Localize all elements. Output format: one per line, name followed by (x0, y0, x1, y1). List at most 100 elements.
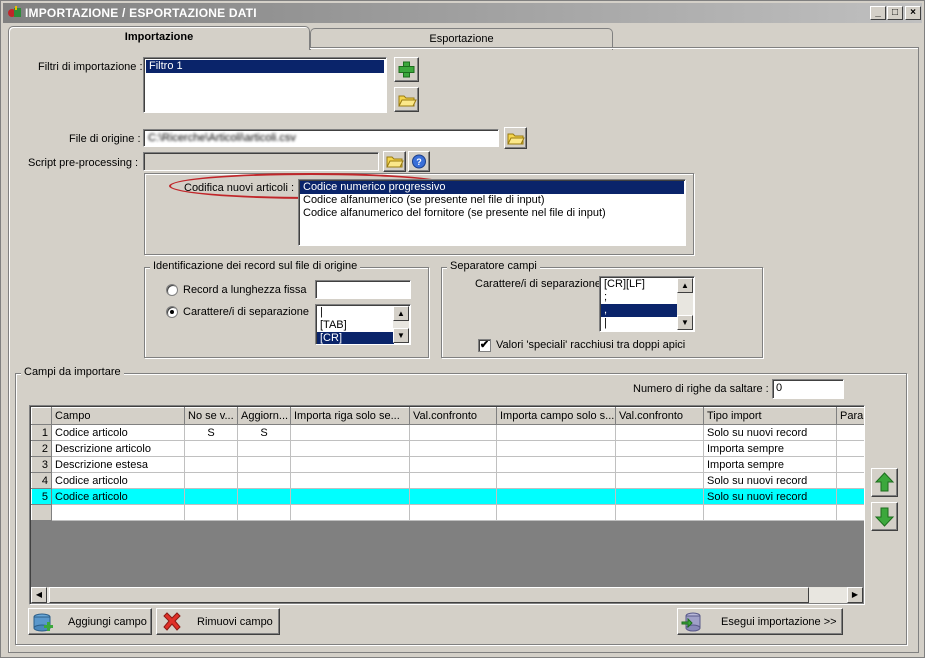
cell-empty[interactable] (409, 488, 497, 505)
table-row-selected[interactable]: 5 Codice articolo Solo su nuovi record (31, 488, 864, 505)
col-param[interactable]: Param (836, 407, 864, 425)
cell-empty[interactable] (496, 504, 616, 521)
col-val-confronto-2[interactable]: Val.confronto (615, 407, 704, 425)
cell-empty[interactable] (409, 504, 497, 521)
add-filter-button[interactable] (394, 57, 419, 82)
cell-empty[interactable] (290, 504, 410, 521)
col-aggiorna[interactable]: Aggiorn... (237, 407, 291, 425)
cell-empty[interactable] (409, 472, 497, 489)
filter-item[interactable]: Filtro 1 (146, 60, 384, 73)
cell-empty[interactable] (290, 488, 410, 505)
field-separator-option[interactable]: , (601, 304, 678, 317)
codifica-option[interactable]: Codice alfanumerico del fornitore (se pr… (300, 207, 684, 220)
cell-no-se-vuoto[interactable] (184, 456, 238, 473)
scroll-left-icon[interactable]: ◀ (31, 587, 47, 603)
field-separator-scrollbar[interactable]: ▲ ▼ (677, 278, 693, 330)
cell-aggiorna[interactable] (237, 456, 291, 473)
cell-aggiorna[interactable] (237, 488, 291, 505)
cell-empty[interactable] (836, 504, 864, 521)
col-no-se-vuoto[interactable]: No se v... (184, 407, 238, 425)
cell-empty[interactable] (496, 440, 616, 457)
cell-empty[interactable] (51, 504, 185, 521)
cell-tipo-import[interactable]: Importa sempre (703, 456, 837, 473)
cell-empty[interactable] (836, 488, 864, 505)
close-button[interactable]: × (905, 6, 921, 20)
move-up-button[interactable] (871, 468, 898, 497)
col-campo[interactable]: Campo (51, 407, 185, 425)
title-bar[interactable]: IMPORTAZIONE / ESPORTAZIONE DATI _ □ × (3, 3, 922, 23)
cell-no-se-vuoto[interactable] (184, 472, 238, 489)
table-row[interactable]: 3 Descrizione estesa Importa sempre (31, 456, 864, 473)
move-down-button[interactable] (871, 502, 898, 531)
cell-no-se-vuoto[interactable] (184, 488, 238, 505)
record-separator-list[interactable]: | [TAB] [CR] ▲ ▼ (315, 304, 411, 345)
row-number[interactable]: 2 (31, 440, 52, 457)
skip-rows-input[interactable]: 0 (772, 379, 844, 399)
row-number[interactable]: 3 (31, 456, 52, 473)
cell-empty[interactable] (615, 424, 704, 441)
cell-empty[interactable] (184, 504, 238, 521)
cell-aggiorna[interactable]: S (237, 424, 291, 441)
separator-scrollbar[interactable]: ▲ ▼ (393, 306, 409, 343)
script-input[interactable] (143, 152, 379, 171)
cell-campo[interactable]: Codice articolo (51, 488, 185, 505)
cell-empty[interactable] (409, 440, 497, 457)
codifica-option[interactable]: Codice alfanumerico (se presente nel fil… (300, 194, 684, 207)
browse-source-button[interactable] (504, 127, 527, 149)
cell-campo[interactable]: Codice articolo (51, 472, 185, 489)
col-importa-riga[interactable]: Importa riga solo se... (290, 407, 410, 425)
grid-horizontal-scrollbar[interactable]: ◀ ▶ (31, 587, 863, 603)
cell-no-se-vuoto[interactable] (184, 440, 238, 457)
scroll-thumb[interactable] (49, 587, 809, 603)
row-number[interactable]: 1 (31, 424, 52, 441)
scroll-up-icon[interactable]: ▲ (677, 278, 693, 293)
cell-empty[interactable] (409, 424, 497, 441)
scroll-right-icon[interactable]: ▶ (847, 587, 863, 603)
scroll-down-icon[interactable]: ▼ (393, 328, 409, 343)
row-number[interactable] (31, 504, 52, 521)
cell-empty[interactable] (836, 456, 864, 473)
script-help-button[interactable]: ? (408, 151, 430, 172)
cell-campo[interactable]: Descrizione articolo (51, 440, 185, 457)
cell-empty[interactable] (836, 424, 864, 441)
codifica-list[interactable]: Codice numerico progressivo Codice alfan… (298, 179, 686, 246)
cell-empty[interactable] (496, 456, 616, 473)
col-val-confronto-1[interactable]: Val.confronto (409, 407, 497, 425)
cell-empty[interactable] (290, 456, 410, 473)
cell-empty[interactable] (836, 440, 864, 457)
radio-fixed-length[interactable] (166, 284, 178, 296)
cell-empty[interactable] (615, 504, 704, 521)
cell-empty[interactable] (496, 424, 616, 441)
cell-empty[interactable] (496, 488, 616, 505)
run-import-button[interactable]: Esegui importazione >> (677, 608, 843, 635)
col-importa-campo[interactable]: Importa campo solo s... (496, 407, 616, 425)
fields-grid[interactable]: Campo No se v... Aggiorn... Importa riga… (29, 405, 865, 605)
filters-list[interactable]: Filtro 1 (143, 57, 387, 113)
cell-empty[interactable] (615, 472, 704, 489)
browse-script-button[interactable] (383, 151, 406, 172)
codifica-option[interactable]: Codice numerico progressivo (300, 181, 684, 194)
cell-tipo-import[interactable]: Solo su nuovi record (703, 472, 837, 489)
cell-tipo-import[interactable]: Solo su nuovi record (703, 424, 837, 441)
field-separator-list[interactable]: [CR][LF] ; , | ▲ ▼ (599, 276, 695, 332)
cell-empty[interactable] (615, 440, 704, 457)
table-row[interactable]: 1 Codice articolo S S Solo su nuovi reco… (31, 424, 864, 441)
cell-empty[interactable] (615, 456, 704, 473)
tab-importazione[interactable]: Importazione (8, 26, 310, 50)
maximize-button[interactable]: □ (887, 6, 903, 20)
table-row[interactable]: 2 Descrizione articolo Importa sempre (31, 440, 864, 457)
cell-tipo-import[interactable]: Importa sempre (703, 440, 837, 457)
cell-tipo-import[interactable]: Solo su nuovi record (703, 488, 837, 505)
cell-empty[interactable] (836, 472, 864, 489)
cell-campo[interactable]: Codice articolo (51, 424, 185, 441)
add-field-button[interactable]: Aggiungi campo (28, 608, 152, 635)
cell-empty[interactable] (290, 440, 410, 457)
cell-no-se-vuoto[interactable]: S (184, 424, 238, 441)
cell-empty[interactable] (615, 488, 704, 505)
table-row-new[interactable] (31, 504, 864, 521)
separator-option[interactable]: [CR] (317, 332, 394, 344)
quotes-checkbox[interactable]: ✔ (478, 339, 491, 352)
table-row[interactable]: 4 Codice articolo Solo su nuovi record (31, 472, 864, 489)
cell-empty[interactable] (290, 424, 410, 441)
cell-empty[interactable] (409, 456, 497, 473)
